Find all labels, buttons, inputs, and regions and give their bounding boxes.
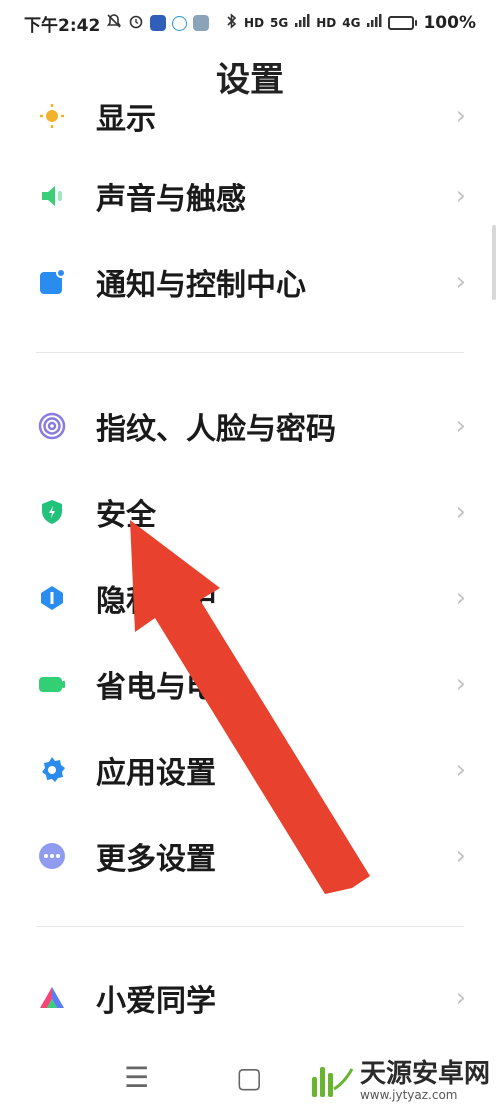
network-5g: 5G xyxy=(270,16,289,30)
settings-item-label: 指纹、人脸与密码 xyxy=(96,412,336,447)
shield-icon xyxy=(38,498,66,526)
chevron-right-icon: › xyxy=(455,411,466,441)
notification-icon xyxy=(38,268,66,296)
chevron-right-icon: › xyxy=(455,841,466,871)
k-badge-icon xyxy=(172,15,188,31)
watermark-logo-icon xyxy=(311,1067,354,1097)
more-icon xyxy=(38,842,66,870)
speaker-icon xyxy=(38,182,66,210)
status-time: 下午2:42 xyxy=(24,15,101,36)
settings-item-security[interactable]: 安全 › xyxy=(0,472,500,552)
signal-icon-2 xyxy=(366,14,382,32)
bell-off-icon xyxy=(106,13,122,33)
settings-item-label: 小爱同学 xyxy=(96,984,216,1019)
scroll-indicator[interactable] xyxy=(492,225,496,300)
settings-item-label: 更多设置 xyxy=(96,842,216,877)
chevron-right-icon: › xyxy=(455,497,466,527)
signal-icon xyxy=(294,14,310,32)
section-divider xyxy=(36,352,464,353)
settings-item-privacy[interactable]: 隐私保护 › xyxy=(0,558,500,638)
settings-item-sound[interactable]: 声音与触感 › xyxy=(0,156,500,236)
settings-item-xiaoai[interactable]: 小爱同学 › xyxy=(0,958,500,1038)
settings-item-notifications[interactable]: 通知与控制中心 › xyxy=(0,242,500,322)
gear-badge-icon xyxy=(193,15,210,31)
chevron-right-icon: › xyxy=(455,983,466,1013)
chevron-right-icon: › xyxy=(455,181,466,211)
network-4g: 4G xyxy=(342,16,361,30)
section-divider xyxy=(36,926,464,927)
app-badge-icon xyxy=(150,15,167,31)
fingerprint-icon xyxy=(38,412,66,440)
battery-icon xyxy=(38,670,66,698)
hd-label-2: HD xyxy=(316,16,337,30)
chevron-right-icon: › xyxy=(455,101,466,131)
privacy-icon xyxy=(38,584,66,612)
settings-item-label: 省电与电池 xyxy=(96,670,246,705)
watermark-url: www.jytyaz.com xyxy=(359,1088,458,1102)
home-icon[interactable]: ▢ xyxy=(236,1061,262,1094)
gear-icon xyxy=(38,756,66,784)
sun-icon xyxy=(38,102,66,130)
settings-item-biometrics[interactable]: 指纹、人脸与密码 › xyxy=(0,386,500,466)
settings-item-apps[interactable]: 应用设置 › xyxy=(0,730,500,810)
watermark-name: 天源安卓网 xyxy=(359,1059,490,1089)
watermark: 天源安卓网 www.jytyaz.com xyxy=(310,1059,490,1103)
settings-item-label: 显示 xyxy=(96,102,156,137)
bluetooth-icon xyxy=(226,13,238,33)
settings-item-label: 安全 xyxy=(96,498,156,533)
chevron-right-icon: › xyxy=(455,267,466,297)
settings-item-label: 隐私保护 xyxy=(96,584,216,619)
status-right: HD 5G HD 4G 100% xyxy=(226,13,476,33)
chevron-right-icon: › xyxy=(455,669,466,699)
chevron-right-icon: › xyxy=(455,583,466,613)
alarm-icon xyxy=(128,13,144,33)
xiaoai-icon xyxy=(38,984,66,1012)
settings-item-label: 声音与触感 xyxy=(96,182,246,217)
chevron-right-icon: › xyxy=(455,755,466,785)
settings-item-battery[interactable]: 省电与电池 › xyxy=(0,644,500,724)
battery-percent: 100% xyxy=(423,13,476,33)
settings-item-label: 应用设置 xyxy=(96,756,216,791)
battery-icon xyxy=(388,16,418,30)
hd-label-1: HD xyxy=(244,16,265,30)
status-bar: 下午2:42 HD 5G HD 4G 100% xyxy=(0,0,500,46)
status-left: 下午2:42 xyxy=(24,11,210,36)
menu-icon[interactable]: ☰ xyxy=(124,1061,149,1094)
settings-item-label: 通知与控制中心 xyxy=(96,268,306,303)
settings-item-more[interactable]: 更多设置 › xyxy=(0,816,500,896)
settings-item-display[interactable]: 显示 › xyxy=(0,76,500,156)
